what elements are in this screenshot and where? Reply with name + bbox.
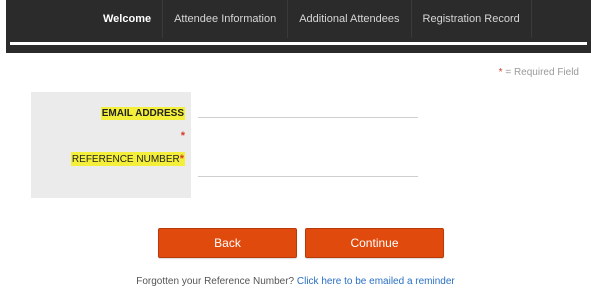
forgot-prompt: Forgotten your Reference Number?	[136, 276, 297, 287]
continue-button[interactable]: Continue	[305, 228, 444, 258]
reference-required-star: *	[179, 153, 184, 165]
nav-tabs: Welcome Attendee Information Additional …	[92, 0, 532, 38]
required-note-text: = Required Field	[502, 67, 579, 78]
required-field-note: * = Required Field	[499, 67, 579, 78]
form-label-panel: EMAIL ADDRESS * REFERENCE NUMBER*	[31, 92, 191, 198]
forgot-reference-text: Forgotten your Reference Number? Click h…	[0, 276, 591, 287]
tab-registration-record[interactable]: Registration Record	[412, 0, 532, 38]
tab-welcome[interactable]: Welcome	[92, 0, 164, 38]
back-button[interactable]: Back	[158, 228, 297, 258]
reference-number-field[interactable]	[198, 158, 418, 177]
tab-attendee-information[interactable]: Attendee Information	[163, 0, 289, 38]
email-field[interactable]	[198, 99, 418, 118]
nav-divider	[10, 42, 587, 45]
reference-number-label-text: REFERENCE NUMBER	[71, 154, 180, 165]
email-reminder-link[interactable]: Click here to be emailed a reminder	[297, 276, 455, 287]
email-label: EMAIL ADDRESS	[100, 107, 185, 120]
reference-number-label: REFERENCE NUMBER*	[70, 152, 185, 166]
top-navigation-bar: Welcome Attendee Information Additional …	[6, 0, 591, 53]
email-required-star: *	[180, 130, 185, 142]
tab-additional-attendees[interactable]: Additional Attendees	[288, 0, 412, 38]
